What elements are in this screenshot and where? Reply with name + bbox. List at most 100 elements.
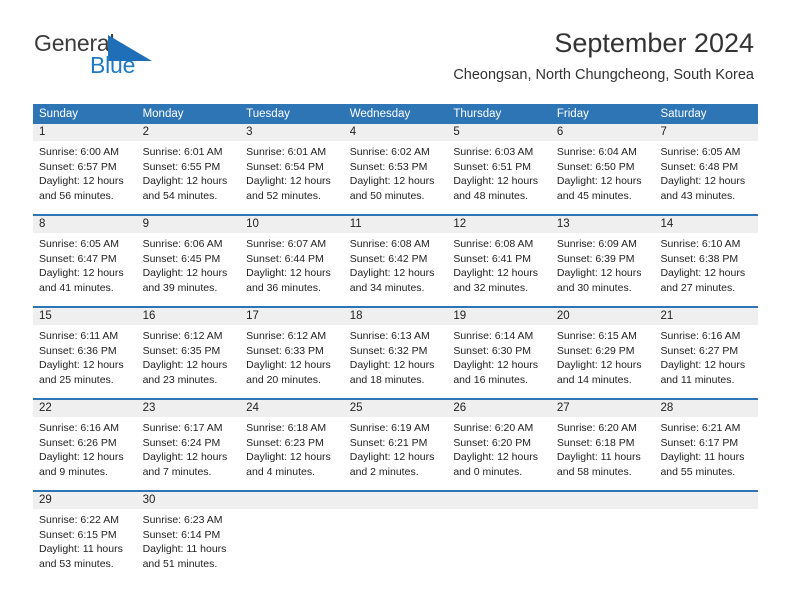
day-number: 29	[39, 494, 52, 506]
day-cell-22[interactable]: 22 Sunrise: 6:16 AM Sunset: 6:26 PM Dayligh…	[33, 400, 137, 484]
daylight-text: Daylight: 12 hours	[660, 359, 746, 371]
day-number-band: 10	[240, 216, 344, 233]
brand-name-blue: Blue	[90, 52, 136, 78]
day-number-band: 8	[33, 216, 137, 233]
brand-logo[interactable]: General Blue	[34, 32, 164, 84]
weekday-header-thursday: Thursday	[453, 108, 502, 120]
day-number: 1	[39, 126, 46, 138]
day-cell-empty	[447, 492, 551, 576]
calendar-week-row: 8 Sunrise: 6:05 AM Sunset: 6:47 PM Daylight…	[33, 214, 759, 300]
calendar-week-row: 22 Sunrise: 6:16 AM Sunset: 6:26 PM Dayligh…	[33, 398, 759, 484]
day-cell-8[interactable]: 8 Sunrise: 6:05 AM Sunset: 6:47 PM Daylight…	[33, 216, 137, 300]
day-cell-19[interactable]: 19 Sunrise: 6:14 AM Sunset: 6:30 PM Dayligh…	[447, 308, 551, 392]
day-cell-empty	[240, 492, 344, 576]
day-cell-7[interactable]: 7 Sunrise: 6:05 AM Sunset: 6:48 PM Daylight…	[654, 124, 759, 208]
sunrise-text: Sunrise: 6:21 AM	[660, 422, 741, 434]
day-cell-6[interactable]: 6 Sunrise: 6:04 AM Sunset: 6:50 PM Daylight…	[550, 124, 655, 208]
sunset-text: Sunset: 6:30 PM	[453, 344, 531, 357]
day-cell-11[interactable]: 11 Sunrise: 6:08 AM Sunset: 6:42 PM Dayligh…	[343, 216, 448, 300]
sunset-text: Sunset: 6:42 PM	[349, 252, 428, 265]
day-detail-lines: Sunrise: 6:19 AM Sunset: 6:21 PM Daylight:…	[344, 417, 448, 479]
day-cell-9[interactable]: 9 Sunrise: 6:06 AM Sunset: 6:45 PM Daylight…	[136, 216, 241, 300]
daylight-text: and 48 minutes.	[453, 189, 529, 202]
sunset-text: Sunset: 6:29 PM	[556, 344, 635, 357]
sunset-text: Sunset: 6:24 PM	[142, 436, 221, 449]
day-number: 21	[660, 310, 674, 322]
sunset-text: Sunset: 6:35 PM	[142, 344, 221, 357]
day-cell-18[interactable]: 18 Sunrise: 6:13 AM Sunset: 6:32 PM Dayligh…	[343, 308, 448, 392]
day-cell-16[interactable]: 16 Sunrise: 6:12 AM Sunset: 6:35 PM Dayligh…	[136, 308, 241, 392]
day-detail-lines: Sunrise: 6:08 AM Sunset: 6:42 PM Daylight:…	[344, 233, 448, 295]
sunset-text: Sunset: 6:45 PM	[142, 252, 221, 265]
daylight-text: Daylight: 11 hours	[556, 451, 641, 463]
daylight-text: and 58 minutes.	[556, 465, 632, 478]
daylight-text: and 39 minutes.	[142, 281, 218, 294]
sunrise-text: Sunrise: 6:13 AM	[349, 330, 430, 342]
sunrise-text: Sunrise: 6:12 AM	[142, 330, 223, 342]
day-cell-30[interactable]: 30 Sunrise: 6:23 AM Sunset: 6:14 PM Dayligh…	[136, 492, 241, 576]
day-cell-2[interactable]: 2 Sunrise: 6:01 AM Sunset: 6:55 PM Daylight…	[136, 124, 241, 208]
day-detail-lines: Sunrise: 6:15 AM Sunset: 6:29 PM Daylight:…	[551, 325, 655, 387]
day-cell-20[interactable]: 20 Sunrise: 6:15 AM Sunset: 6:29 PM Dayligh…	[550, 308, 655, 392]
day-detail-lines: Sunrise: 6:01 AM Sunset: 6:54 PM Daylight:…	[240, 141, 344, 203]
sunrise-text: Sunrise: 6:16 AM	[39, 422, 119, 434]
day-number-band: 30	[136, 492, 241, 509]
sunrise-text: Sunrise: 6:16 AM	[660, 330, 741, 342]
day-number-band: 19	[447, 308, 551, 325]
daylight-text: Daylight: 12 hours	[349, 175, 435, 187]
day-cell-10[interactable]: 10 Sunrise: 6:07 AM Sunset: 6:44 PM Dayligh…	[240, 216, 344, 300]
daylight-text: and 34 minutes.	[349, 281, 425, 294]
calendar-grid: Sunday Monday Tuesday Wednesday Thursday Frid…	[33, 104, 759, 576]
day-detail-lines: Sunrise: 6:08 AM Sunset: 6:41 PM Daylight:…	[447, 233, 551, 295]
calendar-week-row: 15 Sunrise: 6:11 AM Sunset: 6:36 PM Dayligh…	[33, 306, 759, 392]
page-title: September 2024	[554, 28, 754, 58]
day-detail-lines: Sunrise: 6:16 AM Sunset: 6:27 PM Daylight:…	[654, 325, 758, 387]
day-cell-23[interactable]: 23 Sunrise: 6:17 AM Sunset: 6:24 PM Dayligh…	[136, 400, 241, 484]
sunrise-text: Sunrise: 6:22 AM	[39, 514, 119, 526]
day-detail-lines	[344, 509, 448, 513]
day-number-band: 11	[343, 216, 448, 233]
day-cell-4[interactable]: 4 Sunrise: 6:02 AM Sunset: 6:53 PM Daylight…	[343, 124, 448, 208]
sunrise-text: Sunrise: 6:06 AM	[142, 238, 223, 250]
day-detail-lines: Sunrise: 6:13 AM Sunset: 6:32 PM Daylight:…	[344, 325, 448, 387]
daylight-text: Daylight: 12 hours	[142, 267, 228, 279]
day-cell-21[interactable]: 21 Sunrise: 6:16 AM Sunset: 6:27 PM Dayligh…	[654, 308, 759, 392]
day-cell-15[interactable]: 15 Sunrise: 6:11 AM Sunset: 6:36 PM Dayligh…	[33, 308, 137, 392]
day-detail-lines: Sunrise: 6:22 AM Sunset: 6:15 PM Daylight:…	[33, 509, 137, 571]
day-cell-27[interactable]: 27 Sunrise: 6:20 AM Sunset: 6:18 PM Dayligh…	[550, 400, 655, 484]
day-number-band: 25	[343, 400, 448, 417]
day-cell-5[interactable]: 5 Sunrise: 6:03 AM Sunset: 6:51 PM Daylight…	[447, 124, 551, 208]
day-number-band: 5	[447, 124, 551, 141]
sunset-text: Sunset: 6:14 PM	[142, 528, 221, 541]
sunrise-text: Sunrise: 6:07 AM	[246, 238, 327, 250]
day-cell-3[interactable]: 3 Sunrise: 6:01 AM Sunset: 6:54 PM Daylight…	[240, 124, 344, 208]
daylight-text: and 36 minutes.	[246, 281, 321, 294]
day-detail-lines	[551, 509, 655, 513]
day-number: 25	[349, 402, 363, 414]
sunset-text: Sunset: 6:17 PM	[660, 436, 739, 449]
day-cell-12[interactable]: 12 Sunrise: 6:08 AM Sunset: 6:41 PM Dayligh…	[447, 216, 551, 300]
day-number-band: 22	[33, 400, 137, 417]
day-cell-1[interactable]: 1 Sunrise: 6:00 AM Sunset: 6:57 PM Daylight…	[33, 124, 137, 208]
day-cell-24[interactable]: 24 Sunrise: 6:18 AM Sunset: 6:23 PM Dayligh…	[240, 400, 344, 484]
daylight-text: and 7 minutes.	[142, 465, 212, 478]
day-cell-29[interactable]: 29 Sunrise: 6:22 AM Sunset: 6:15 PM Dayligh…	[33, 492, 137, 576]
sunrise-text: Sunrise: 6:20 AM	[556, 422, 637, 434]
day-cell-26[interactable]: 26 Sunrise: 6:20 AM Sunset: 6:20 PM Dayligh…	[447, 400, 551, 484]
day-detail-lines: Sunrise: 6:12 AM Sunset: 6:35 PM Daylight:…	[137, 325, 241, 387]
day-detail-lines	[240, 509, 344, 513]
day-number: 9	[142, 218, 149, 230]
day-cell-25[interactable]: 25 Sunrise: 6:19 AM Sunset: 6:21 PM Dayligh…	[343, 400, 448, 484]
sunset-text: Sunset: 6:23 PM	[246, 436, 324, 449]
day-number: 11	[349, 218, 362, 230]
day-number: 20	[556, 310, 570, 322]
sunrise-text: Sunrise: 6:08 AM	[349, 238, 430, 250]
day-cell-13[interactable]: 13 Sunrise: 6:09 AM Sunset: 6:39 PM Dayligh…	[550, 216, 655, 300]
day-detail-lines: Sunrise: 6:21 AM Sunset: 6:17 PM Daylight:…	[654, 417, 758, 479]
day-detail-lines: Sunrise: 6:05 AM Sunset: 6:47 PM Daylight:…	[33, 233, 137, 295]
day-number-band: 23	[136, 400, 241, 417]
day-cell-28[interactable]: 28 Sunrise: 6:21 AM Sunset: 6:17 PM Dayligh…	[654, 400, 759, 484]
sunrise-text: Sunrise: 6:14 AM	[453, 330, 534, 342]
day-cell-17[interactable]: 17 Sunrise: 6:12 AM Sunset: 6:33 PM Dayligh…	[240, 308, 344, 392]
day-cell-14[interactable]: 14 Sunrise: 6:10 AM Sunset: 6:38 PM Dayligh…	[654, 216, 759, 300]
